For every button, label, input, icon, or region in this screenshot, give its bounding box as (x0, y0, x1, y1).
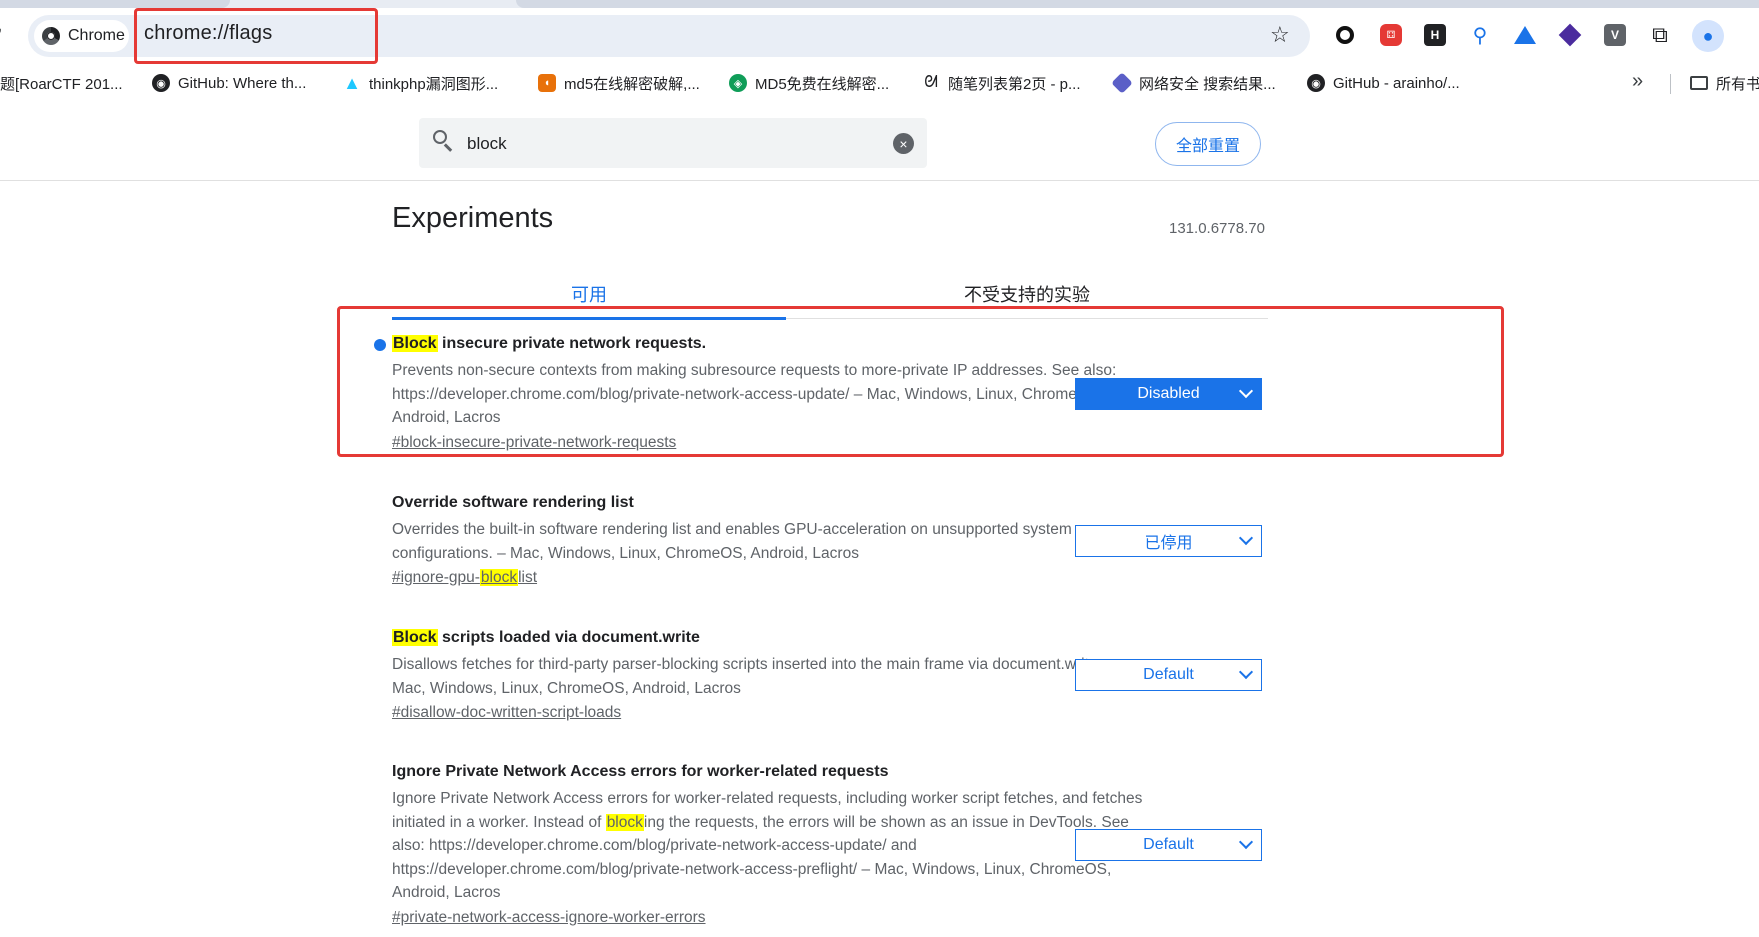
bookmarks-overflow-button[interactable]: » (1632, 70, 1643, 93)
clear-search-icon[interactable]: × (893, 133, 914, 154)
annotation-box-url (134, 8, 378, 64)
experiment-title: Block scripts loaded via document.write (392, 629, 700, 646)
extension-triangle-icon[interactable] (1514, 24, 1536, 46)
extension-circle-icon[interactable] (1334, 24, 1356, 46)
search-input[interactable] (465, 128, 869, 160)
browser-toolbar: ʼ Chrome chrome://flags ☆ ⚃ H ⚲ V ⧉ ● 题[… (0, 0, 1759, 111)
experiment-override-software-rendering-list: Override software rendering list Overrid… (392, 492, 1152, 589)
thinkphp-icon: ▲ (343, 72, 361, 93)
bookmarks-separator (1670, 74, 1671, 94)
github-icon: ◉ (152, 74, 170, 92)
all-bookmarks-button[interactable]: 所有书 (1690, 66, 1759, 100)
blog-icon: ᘛ (924, 74, 938, 91)
md5-free-icon: ◈ (729, 74, 747, 92)
site-chip-label: Chrome (68, 27, 125, 44)
extensions-puzzle-icon[interactable]: ⧉ (1649, 22, 1671, 47)
bookmark-item[interactable]: 题[RoarCTF 201... (0, 66, 123, 100)
back-icon[interactable]: ʼ (0, 26, 10, 46)
experiment-permalink[interactable]: #ignore-gpu-blocklist (392, 567, 1152, 589)
experiment-description: Ignore Private Network Access errors for… (392, 790, 1143, 901)
experiment-description: Disallows fetches for third-party parser… (392, 656, 1115, 697)
bookmark-item[interactable]: ◖ md5在线解密破解,... (538, 66, 700, 100)
search-box: × (419, 118, 927, 168)
bookmarks-bar: 题[RoarCTF 201... ◉ GitHub: Where th... ▲ t… (0, 66, 1759, 100)
bookmark-item[interactable]: ◉ GitHub - arainho/... (1307, 66, 1460, 100)
experiment-private-network-access-ignore-worker-errors: Ignore Private Network Access errors for… (392, 761, 1152, 929)
annotation-box-experiment (337, 306, 1504, 457)
bookmark-item[interactable]: ▲ thinkphp漏洞图形... (343, 66, 498, 100)
search-icon (433, 130, 453, 152)
experiment-description: Overrides the built-in software renderin… (392, 521, 1072, 562)
reset-all-button[interactable]: 全部重置 (1155, 122, 1261, 166)
tab-strip (0, 0, 1759, 8)
experiment-state-select[interactable]: 已停用 (1075, 525, 1262, 557)
github-icon: ◉ (1307, 74, 1325, 92)
bookmark-item[interactable]: 网络安全 搜索结果... (1111, 66, 1276, 100)
extension-h-icon[interactable]: H (1424, 24, 1446, 46)
star-icon[interactable]: ☆ (1270, 22, 1290, 48)
version-label: 131.0.6778.70 (1169, 220, 1265, 237)
experiment-state-select[interactable]: Default (1075, 659, 1262, 691)
extension-pin-icon[interactable]: ⚲ (1469, 24, 1491, 47)
chevron-down-icon (1238, 834, 1254, 850)
extension-dice-icon[interactable]: ⚃ (1380, 24, 1402, 46)
experiment-state-select[interactable]: Default (1075, 829, 1262, 861)
md5-site-icon: ◖ (538, 74, 556, 92)
extension-diamond-icon[interactable] (1558, 23, 1582, 47)
extension-v-icon[interactable]: V (1604, 24, 1626, 46)
experiment-title: Override software rendering list (392, 494, 634, 511)
chevron-down-icon (1238, 530, 1254, 546)
page-title: Experiments (392, 202, 554, 234)
experiment-disallow-doc-written-script-loads: Block scripts loaded via document.write … (392, 627, 1152, 724)
folder-icon (1690, 76, 1708, 90)
chevron-down-icon (1238, 664, 1254, 680)
bookmark-item[interactable]: ◉ GitHub: Where th... (152, 66, 306, 100)
experiment-permalink[interactable]: #private-network-access-ignore-worker-er… (392, 907, 1152, 929)
experiment-permalink[interactable]: #disallow-doc-written-script-loads (392, 702, 1152, 724)
flags-search-header: × 全部重置 (0, 110, 1759, 181)
chrome-logo-icon (42, 27, 60, 45)
site-info-chip[interactable]: Chrome (34, 20, 129, 52)
profile-icon[interactable]: ● (1692, 20, 1724, 52)
bookmark-item[interactable]: ᘛ 随笔列表第2页 - p... (922, 66, 1080, 100)
security-search-icon (1111, 72, 1133, 94)
bookmark-item[interactable]: ◈ MD5免费在线解密... (729, 66, 889, 100)
experiment-title: Ignore Private Network Access errors for… (392, 763, 889, 780)
